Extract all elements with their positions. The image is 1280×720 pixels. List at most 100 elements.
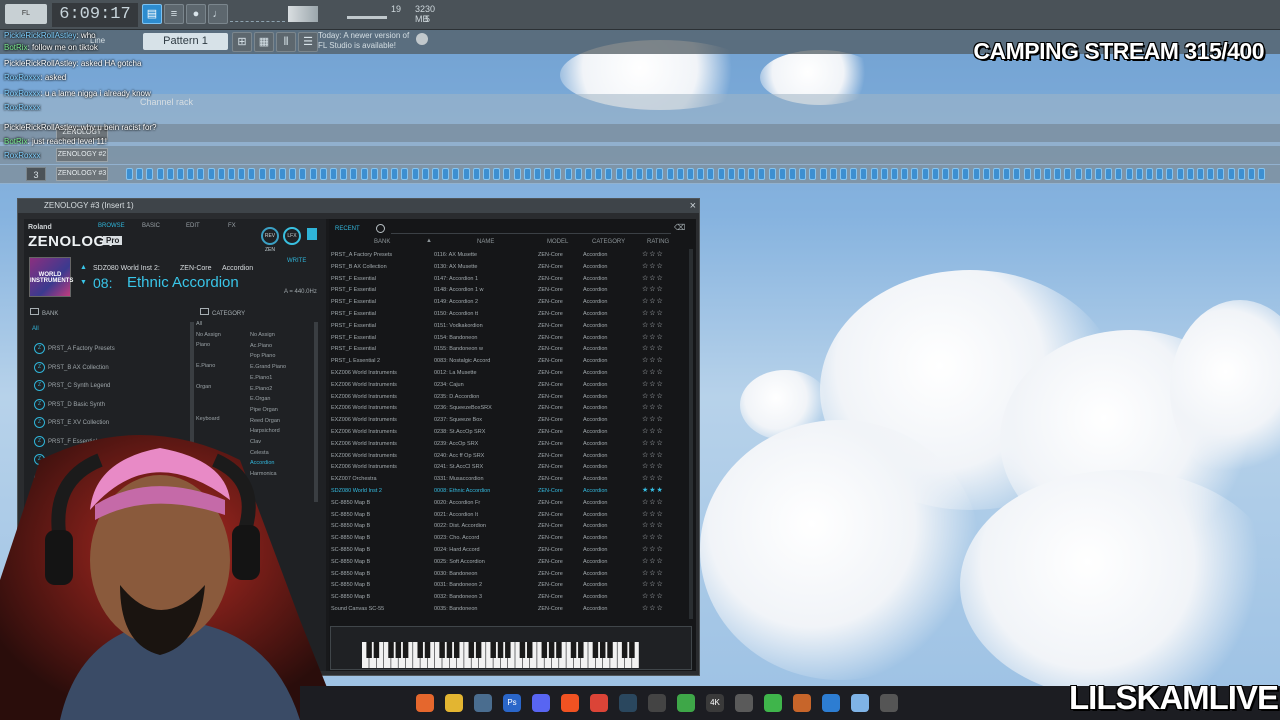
step-button[interactable] xyxy=(330,168,337,180)
step-button[interactable] xyxy=(136,168,144,180)
black-key[interactable] xyxy=(424,642,431,658)
pattern-mode-button[interactable]: ▤ xyxy=(142,4,162,24)
black-key[interactable] xyxy=(497,642,504,658)
rating-stars-icon[interactable]: ☆☆☆ xyxy=(642,592,664,600)
playlist-button[interactable]: ▦ xyxy=(254,32,274,52)
step-button[interactable] xyxy=(381,168,388,180)
step-button[interactable] xyxy=(1227,168,1235,180)
step-button[interactable] xyxy=(585,168,592,180)
step-button[interactable] xyxy=(166,168,174,180)
bank-item[interactable]: Z PRST_C Synth Legend xyxy=(34,380,110,391)
step-button[interactable] xyxy=(156,168,164,180)
step-button[interactable] xyxy=(809,168,817,180)
tab-edit[interactable]: EDIT xyxy=(186,223,200,229)
step-button[interactable] xyxy=(187,168,195,180)
step-button[interactable] xyxy=(1166,168,1174,180)
rating-stars-icon[interactable]: ☆☆☆ xyxy=(642,250,664,258)
discord-icon[interactable] xyxy=(532,694,550,712)
patch-row[interactable]: EXZ006 World Instruments 0239: AccOp SRX Z… xyxy=(331,439,693,451)
step-button[interactable] xyxy=(952,168,960,180)
step-button[interactable] xyxy=(544,168,552,180)
step-button[interactable] xyxy=(493,168,501,180)
step-button[interactable] xyxy=(299,168,307,180)
step-button[interactable] xyxy=(687,168,694,180)
step-button[interactable] xyxy=(1146,168,1153,180)
patch-row[interactable]: SC-8850 Map B 0025: Soft Accordion ZEN-Cor… xyxy=(331,557,693,569)
app-icon[interactable] xyxy=(677,694,695,712)
record-button[interactable]: ● xyxy=(186,4,206,24)
step-button[interactable] xyxy=(1013,168,1021,180)
patch-row[interactable]: PRST_F Essential 0155: Bandoneon w ZEN-Cor… xyxy=(331,344,693,356)
step-button[interactable] xyxy=(1186,168,1194,180)
close-icon[interactable]: × xyxy=(690,199,696,213)
patch-row[interactable]: PRST_F Essential 0154: Bandoneon ZEN-Core A… xyxy=(331,333,693,345)
step-button[interactable] xyxy=(1156,168,1164,180)
rating-stars-icon[interactable]: ☆☆☆ xyxy=(642,262,664,270)
column-model[interactable]: MODEL xyxy=(547,239,568,245)
step-button[interactable] xyxy=(1074,168,1082,180)
rating-stars-icon[interactable]: ☆☆☆ xyxy=(642,333,664,341)
patch-down-icon[interactable]: ▼ xyxy=(80,279,87,286)
step-button[interactable] xyxy=(1176,168,1184,180)
step-button[interactable] xyxy=(1207,168,1215,180)
patch-up-icon[interactable]: ▲ xyxy=(80,264,87,271)
black-key[interactable] xyxy=(402,642,409,658)
patch-row[interactable]: SC-8850 Map B 0030: Bandoneon ZEN-Core Acco… xyxy=(331,569,693,581)
step-button[interactable] xyxy=(207,168,215,180)
step-button[interactable] xyxy=(228,168,235,180)
step-button[interactable] xyxy=(1237,168,1245,180)
step-button[interactable] xyxy=(289,168,297,180)
step-button[interactable] xyxy=(789,168,796,180)
patch-row[interactable]: SC-8850 Map B 0032: Bandoneon 3 ZEN-Core Ac… xyxy=(331,592,693,604)
browser-button[interactable]: ☰ xyxy=(298,32,318,52)
step-button[interactable] xyxy=(646,168,654,180)
chrome-icon[interactable] xyxy=(590,694,608,712)
bank-item[interactable]: Z PRST_D Basic Synth xyxy=(34,398,105,410)
folder-icon[interactable] xyxy=(445,694,463,712)
step-button[interactable] xyxy=(1115,168,1123,180)
patch-row[interactable]: Sound Canvas SC-55 0035: Bandoneon ZEN-Cor… xyxy=(331,604,693,616)
step-button[interactable] xyxy=(360,168,368,180)
search-icon[interactable] xyxy=(376,224,385,233)
step-button[interactable] xyxy=(248,168,256,180)
rating-stars-icon[interactable]: ☆☆☆ xyxy=(642,285,664,293)
mmfit-icon[interactable] xyxy=(648,694,666,712)
black-key[interactable] xyxy=(526,642,533,658)
black-key[interactable] xyxy=(388,642,394,658)
black-key[interactable] xyxy=(395,642,402,658)
sort-icon[interactable]: ▲ xyxy=(426,238,432,244)
step-button[interactable] xyxy=(982,168,990,180)
step-button[interactable] xyxy=(1197,168,1204,180)
patch-row[interactable]: SDZ080 World Inst 2 0008: Ethnic Accordio… xyxy=(331,486,693,498)
patch-row[interactable]: EXZ007 Orchestra 0331: Musaccordion ZEN-Co… xyxy=(331,474,693,486)
azure-icon[interactable] xyxy=(822,694,840,712)
step-button[interactable] xyxy=(778,168,786,180)
step-button[interactable] xyxy=(217,168,225,180)
step-button[interactable] xyxy=(1105,168,1113,180)
list-scrollbar[interactable] xyxy=(689,249,693,619)
step-button[interactable] xyxy=(146,168,154,180)
black-key[interactable] xyxy=(548,642,555,658)
master-volume[interactable] xyxy=(288,6,318,22)
calculator-icon[interactable] xyxy=(474,694,492,712)
step-button[interactable] xyxy=(717,168,725,180)
step-button[interactable] xyxy=(870,168,878,180)
black-key[interactable] xyxy=(490,642,496,658)
bank-item[interactable]: Z PRST_B AX Collection xyxy=(34,361,109,373)
patch-row[interactable]: EXZ006 World Instruments 0240: Acc ff Op … xyxy=(331,451,693,463)
step-button[interactable] xyxy=(615,168,623,180)
black-key[interactable] xyxy=(505,642,511,658)
step-button[interactable] xyxy=(840,168,847,180)
steam-icon[interactable] xyxy=(619,694,637,712)
step-button[interactable] xyxy=(819,168,827,180)
step-button[interactable] xyxy=(666,168,674,180)
black-key[interactable] xyxy=(446,642,453,658)
step-button[interactable] xyxy=(1217,168,1225,180)
metronome-button[interactable]: ♩ xyxy=(208,4,228,24)
patch-row[interactable]: PRST_F Essential 0148: Accordion 1 w ZEN-C… xyxy=(331,285,693,297)
rating-stars-icon[interactable]: ☆☆☆ xyxy=(642,309,664,317)
rating-stars-icon[interactable]: ☆☆☆ xyxy=(642,451,664,459)
rating-stars-icon[interactable]: ☆☆☆ xyxy=(642,297,664,305)
black-key[interactable] xyxy=(468,642,475,658)
rev-knob[interactable]: REV ZEN xyxy=(261,227,279,253)
